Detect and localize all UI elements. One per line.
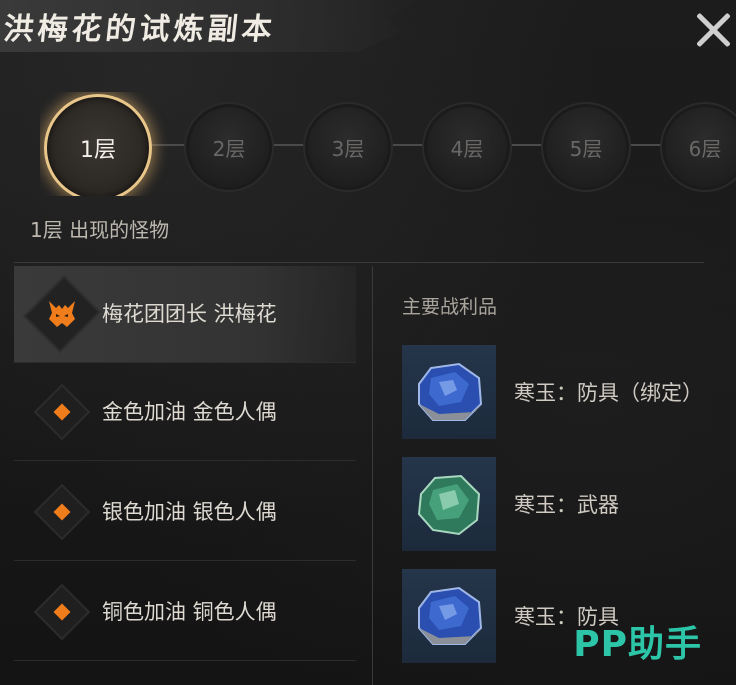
loot-name: 寒玉：武器	[514, 493, 619, 517]
watermark: PP助手	[573, 624, 702, 665]
green-jade-gem-icon	[402, 457, 496, 551]
floor-2-button[interactable]: 2层	[184, 102, 274, 192]
monster-item[interactable]: 金色加油 金色人偶	[14, 364, 356, 461]
page-title: 洪梅花的试炼副本	[1, 12, 278, 47]
floor-5-button[interactable]: 5层	[541, 102, 631, 192]
monster-name: 铜色加油 铜色人偶	[102, 600, 277, 624]
monster-item-boss[interactable]: 梅花团团长 洪梅花	[14, 266, 356, 363]
floor-4-button[interactable]: 4层	[422, 102, 512, 192]
divider	[14, 262, 704, 263]
loot-name: 寒玉：防具（绑定）	[514, 381, 703, 405]
floor-6-button[interactable]: 6层	[660, 102, 736, 192]
blue-jade-gem-icon	[402, 569, 496, 663]
orange-diamond-icon	[33, 583, 91, 641]
boss-demon-icon	[23, 275, 101, 353]
floor-3-button[interactable]: 3层	[303, 102, 393, 192]
floor-1-button[interactable]: 1层	[44, 94, 152, 196]
close-icon[interactable]	[694, 10, 732, 48]
monster-name: 银色加油 银色人偶	[102, 500, 277, 524]
orange-diamond-icon	[33, 383, 91, 441]
monster-item[interactable]: 铜色加油 铜色人偶	[14, 564, 356, 661]
loot-title: 主要战利品	[402, 296, 498, 318]
divider	[372, 266, 373, 685]
loot-item[interactable]: 寒玉：武器	[402, 456, 736, 552]
monster-name: 金色加油 金色人偶	[102, 400, 277, 424]
orange-diamond-icon	[33, 483, 91, 541]
loot-item[interactable]: 寒玉：防具（绑定）	[402, 344, 736, 440]
floor-caption: 1层 出现的怪物	[30, 218, 170, 242]
monster-item[interactable]: 银色加油 银色人偶	[14, 464, 356, 561]
blue-jade-gem-icon	[402, 345, 496, 439]
monster-name: 梅花团团长 洪梅花	[102, 302, 277, 326]
floor-selector: 1层 2层 3层 4层 5层 6层	[40, 92, 736, 196]
